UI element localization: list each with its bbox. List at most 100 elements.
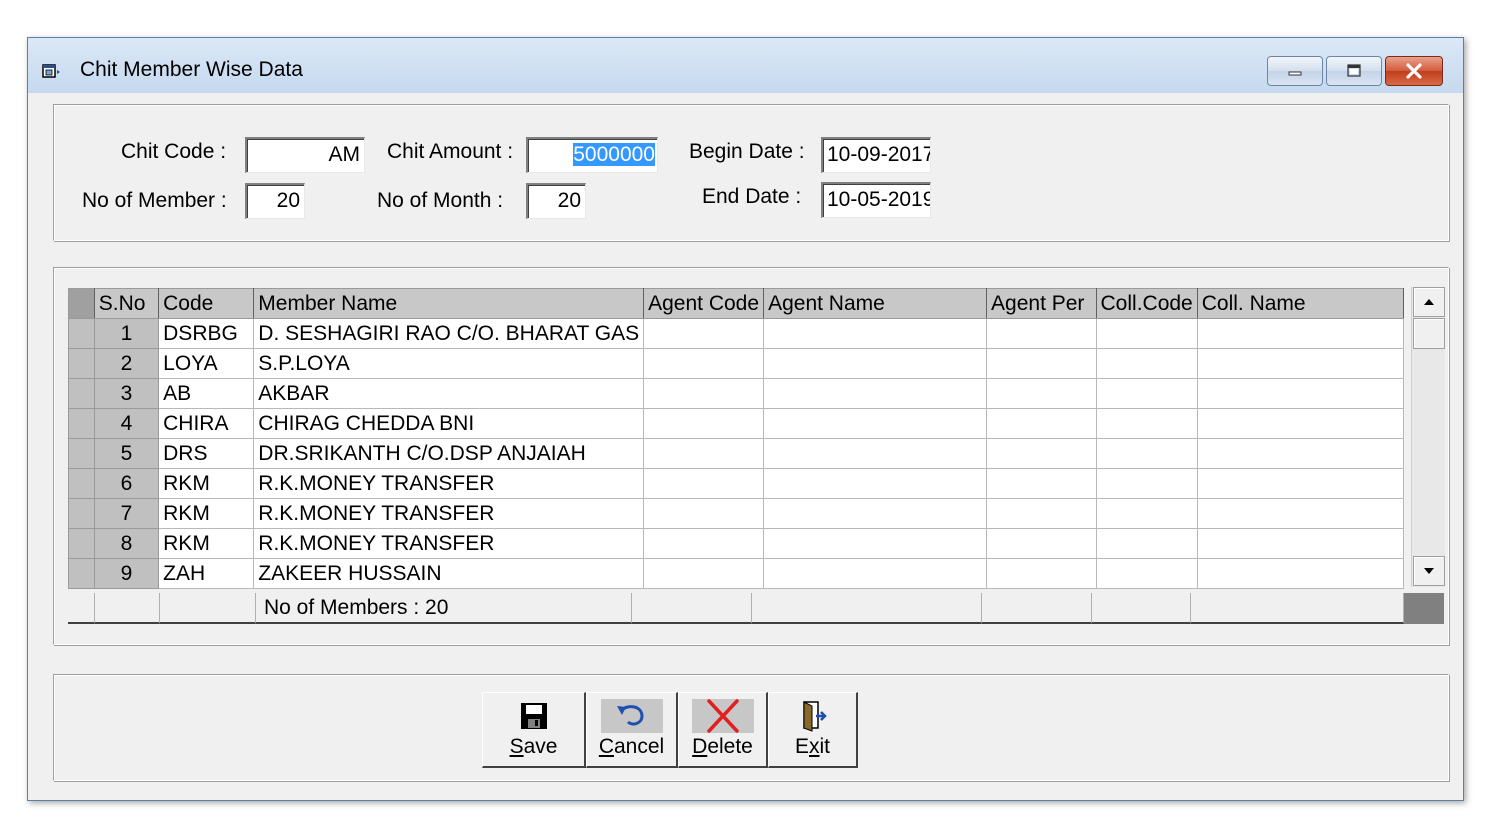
cell-coll-name[interactable] <box>1196 498 1405 529</box>
cell-coll-code[interactable] <box>1095 498 1198 529</box>
cell-member-name[interactable]: DR.SRIKANTH C/O.DSP ANJAIAH <box>253 438 645 469</box>
cell-sno[interactable]: 3 <box>93 378 160 409</box>
cell-agent-name[interactable] <box>763 378 988 409</box>
cell-agent-name[interactable] <box>763 468 988 499</box>
cell-agent-name[interactable] <box>763 318 988 349</box>
row-indicator[interactable] <box>68 468 95 499</box>
cell-coll-code[interactable] <box>1095 408 1198 439</box>
member-grid[interactable]: S.No Code Member Name Agent Code Agent N… <box>68 288 1405 589</box>
cell-agent-code[interactable] <box>643 558 765 589</box>
grid-vertical-scrollbar[interactable] <box>1411 287 1445 587</box>
cell-agent-code[interactable] <box>643 528 765 559</box>
no-of-month-field[interactable]: 20 <box>526 183 586 219</box>
minimize-button[interactable] <box>1267 56 1323 86</box>
col-header-member-name[interactable]: Member Name <box>253 288 645 319</box>
cell-code[interactable]: RKM <box>158 498 255 529</box>
end-date-field[interactable]: 10-05-2019 <box>821 182 931 218</box>
table-row[interactable]: 5 DRS DR.SRIKANTH C/O.DSP ANJAIAH <box>68 438 1405 469</box>
cell-coll-name[interactable] <box>1196 528 1405 559</box>
table-row[interactable]: 9 ZAH ZAKEER HUSSAIN <box>68 558 1405 589</box>
cell-code[interactable]: DSRBG <box>158 318 255 349</box>
scroll-down-button[interactable] <box>1413 556 1445 586</box>
scroll-up-button[interactable] <box>1413 287 1445 317</box>
cell-agent-code[interactable] <box>643 378 765 409</box>
cell-agent-per[interactable] <box>986 558 1097 589</box>
chit-code-field[interactable]: AM <box>245 137 365 173</box>
row-indicator[interactable] <box>68 408 95 439</box>
cell-member-name[interactable]: ZAKEER HUSSAIN <box>253 558 645 589</box>
cell-coll-code[interactable] <box>1095 438 1198 469</box>
cell-coll-name[interactable] <box>1196 408 1405 439</box>
maximize-button[interactable] <box>1326 56 1382 86</box>
cell-coll-code[interactable] <box>1095 528 1198 559</box>
row-indicator[interactable] <box>68 438 95 469</box>
cell-coll-code[interactable] <box>1095 378 1198 409</box>
cell-coll-code[interactable] <box>1095 468 1198 499</box>
cancel-button[interactable]: Cancel <box>586 692 678 768</box>
cell-agent-code[interactable] <box>643 498 765 529</box>
cell-agent-code[interactable] <box>643 438 765 469</box>
cell-agent-code[interactable] <box>643 408 765 439</box>
table-row[interactable]: 6 RKM R.K.MONEY TRANSFER <box>68 468 1405 499</box>
row-indicator[interactable] <box>68 348 95 379</box>
cell-member-name[interactable]: R.K.MONEY TRANSFER <box>253 498 645 529</box>
cell-agent-name[interactable] <box>763 528 988 559</box>
cell-member-name[interactable]: R.K.MONEY TRANSFER <box>253 468 645 499</box>
table-row[interactable]: 1 DSRBG D. SESHAGIRI RAO C/O. BHARAT GAS <box>68 318 1405 349</box>
row-indicator[interactable] <box>68 498 95 529</box>
no-of-member-field[interactable]: 20 <box>245 183 305 219</box>
delete-button[interactable]: Delete <box>678 692 768 768</box>
cell-agent-name[interactable] <box>763 558 988 589</box>
col-header-sno[interactable]: S.No <box>93 288 160 319</box>
cell-agent-code[interactable] <box>643 318 765 349</box>
cell-sno[interactable]: 1 <box>93 318 160 349</box>
cell-member-name[interactable]: AKBAR <box>253 378 645 409</box>
cell-agent-per[interactable] <box>986 348 1097 379</box>
cell-coll-name[interactable] <box>1196 438 1405 469</box>
cell-coll-name[interactable] <box>1196 348 1405 379</box>
cell-coll-code[interactable] <box>1095 558 1198 589</box>
cell-sno[interactable]: 4 <box>93 408 160 439</box>
cell-agent-name[interactable] <box>763 498 988 529</box>
cell-sno[interactable]: 7 <box>93 498 160 529</box>
col-header-agent-per[interactable]: Agent Per <box>986 288 1097 319</box>
cell-agent-name[interactable] <box>763 408 988 439</box>
cell-sno[interactable]: 6 <box>93 468 160 499</box>
cell-member-name[interactable]: D. SESHAGIRI RAO C/O. BHARAT GAS <box>253 318 645 349</box>
cell-agent-per[interactable] <box>986 528 1097 559</box>
title-bar[interactable]: Chit Member Wise Data <box>28 38 1463 93</box>
col-header-agent-code[interactable]: Agent Code <box>643 288 765 319</box>
cell-code[interactable]: LOYA <box>158 348 255 379</box>
cell-agent-per[interactable] <box>986 468 1097 499</box>
cell-code[interactable]: CHIRA <box>158 408 255 439</box>
close-button[interactable] <box>1385 56 1443 86</box>
cell-agent-code[interactable] <box>643 348 765 379</box>
cell-member-name[interactable]: S.P.LOYA <box>253 348 645 379</box>
cell-code[interactable]: DRS <box>158 438 255 469</box>
cell-agent-name[interactable] <box>763 348 988 379</box>
cell-code[interactable]: RKM <box>158 528 255 559</box>
table-row[interactable]: 2 LOYA S.P.LOYA <box>68 348 1405 379</box>
cell-coll-name[interactable] <box>1196 468 1405 499</box>
exit-button[interactable]: Exit <box>768 692 858 768</box>
cell-coll-name[interactable] <box>1196 318 1405 349</box>
cell-agent-per[interactable] <box>986 408 1097 439</box>
cell-coll-code[interactable] <box>1095 318 1198 349</box>
chit-amount-field[interactable]: 5000000 <box>526 137 658 173</box>
cell-agent-per[interactable] <box>986 378 1097 409</box>
cell-code[interactable]: ZAH <box>158 558 255 589</box>
cell-sno[interactable]: 9 <box>93 558 160 589</box>
cell-coll-name[interactable] <box>1196 378 1405 409</box>
cell-coll-name[interactable] <box>1196 558 1405 589</box>
cell-member-name[interactable]: R.K.MONEY TRANSFER <box>253 528 645 559</box>
row-indicator[interactable] <box>68 558 95 589</box>
col-header-agent-name[interactable]: Agent Name <box>763 288 988 319</box>
cell-agent-code[interactable] <box>643 468 765 499</box>
cell-agent-per[interactable] <box>986 498 1097 529</box>
col-header-coll-code[interactable]: Coll.Code <box>1095 288 1198 319</box>
cell-sno[interactable]: 8 <box>93 528 160 559</box>
cell-code[interactable]: AB <box>158 378 255 409</box>
cell-sno[interactable]: 2 <box>93 348 160 379</box>
row-indicator[interactable] <box>68 528 95 559</box>
row-indicator[interactable] <box>68 378 95 409</box>
